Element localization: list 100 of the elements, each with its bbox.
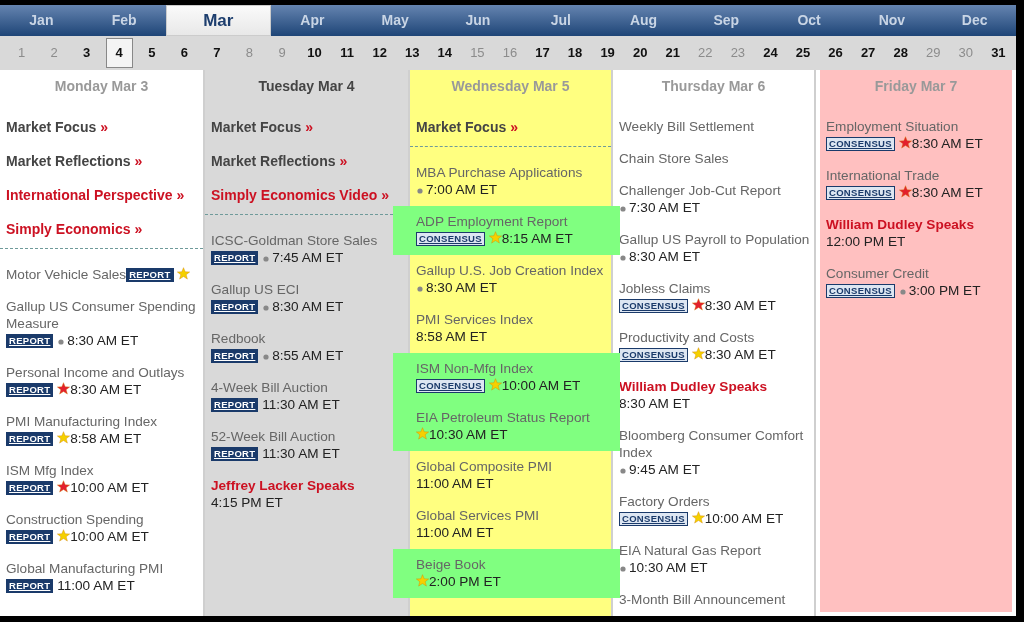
- report-badge[interactable]: REPORT: [126, 268, 174, 282]
- consensus-badge[interactable]: CONSENSUS: [619, 299, 688, 313]
- event-name[interactable]: Challenger Job-Cut Report: [619, 182, 781, 199]
- section-link[interactable]: International Perspective »: [6, 179, 203, 213]
- day-link[interactable]: 31: [984, 39, 1012, 67]
- event-name[interactable]: ISM Mfg Index: [6, 462, 94, 479]
- month-tab[interactable]: Apr: [271, 5, 354, 36]
- event-name[interactable]: 52-Week Bill Auction: [211, 428, 336, 445]
- day-link[interactable]: 24: [756, 39, 784, 67]
- event-name[interactable]: Gallup US Consumer Spending Measure: [6, 298, 203, 332]
- section-link[interactable]: Market Focus »: [211, 111, 408, 145]
- event-name[interactable]: William Dudley Speaks: [619, 378, 767, 395]
- event-name[interactable]: Productivity and Costs: [619, 329, 755, 346]
- event-name[interactable]: Consumer Credit: [826, 265, 929, 282]
- report-badge[interactable]: REPORT: [6, 530, 54, 544]
- day-link[interactable]: 18: [561, 39, 589, 67]
- section-link[interactable]: Simply Economics »: [6, 213, 203, 247]
- day-link[interactable]: 21: [659, 39, 687, 67]
- day-link[interactable]: 12: [366, 39, 394, 67]
- column-header: Wednesday Mar 5: [450, 77, 571, 96]
- section-link[interactable]: Market Reflections »: [6, 145, 203, 179]
- event-name[interactable]: Jobless Claims: [619, 280, 711, 297]
- event-time: 8:30 AM ET: [619, 396, 691, 411]
- month-tab[interactable]: Oct: [767, 5, 851, 36]
- month-tab[interactable]: Dec: [933, 5, 1016, 36]
- month-tab[interactable]: Jun: [436, 5, 520, 36]
- event-name[interactable]: Bloomberg Consumer Comfort Index: [619, 427, 814, 461]
- report-badge[interactable]: REPORT: [6, 579, 54, 593]
- day-link[interactable]: 27: [854, 39, 882, 67]
- day-link[interactable]: 26: [822, 39, 850, 67]
- event-name[interactable]: Employment Situation: [826, 118, 959, 135]
- event-name[interactable]: MBA Purchase Applications: [416, 164, 583, 181]
- event-name[interactable]: 4-Week Bill Auction: [211, 379, 328, 396]
- event-name[interactable]: Gallup U.S. Job Creation Index: [416, 262, 604, 279]
- report-badge[interactable]: REPORT: [6, 432, 54, 446]
- consensus-badge[interactable]: CONSENSUS: [826, 284, 895, 298]
- event-name[interactable]: Global Services PMI: [416, 507, 540, 524]
- month-tab[interactable]: Nov: [850, 5, 934, 36]
- day-link[interactable]: 11: [333, 39, 361, 67]
- day-link[interactable]: 17: [529, 39, 556, 67]
- event-name[interactable]: Motor Vehicle Sales: [6, 267, 127, 282]
- event-name[interactable]: Jeffrey Lacker Speaks: [211, 477, 355, 494]
- day-link[interactable]: 20: [626, 39, 654, 67]
- month-tab[interactable]: Mar: [165, 5, 272, 36]
- consensus-badge[interactable]: CONSENSUS: [619, 512, 688, 526]
- consensus-badge[interactable]: CONSENSUS: [416, 379, 485, 393]
- month-tab[interactable]: Aug: [602, 5, 685, 36]
- consensus-badge[interactable]: CONSENSUS: [826, 186, 895, 200]
- report-badge[interactable]: REPORT: [211, 447, 259, 461]
- event-name[interactable]: ADP Employment Report: [416, 213, 568, 230]
- month-tab[interactable]: Jul: [519, 5, 603, 36]
- month-tab[interactable]: May: [353, 5, 437, 36]
- event-name[interactable]: Gallup US ECI: [211, 281, 300, 298]
- event-name[interactable]: EIA Natural Gas Report: [619, 542, 762, 559]
- consensus-badge[interactable]: CONSENSUS: [416, 232, 485, 246]
- event-name[interactable]: PMI Manufacturing Index: [6, 413, 158, 430]
- day-link[interactable]: 28: [887, 39, 915, 67]
- day-link[interactable]: 5: [138, 39, 166, 67]
- section-link[interactable]: Market Focus »: [416, 111, 611, 145]
- event-name[interactable]: Personal Income and Outlays: [6, 364, 185, 381]
- month-tab[interactable]: Jan: [0, 5, 83, 36]
- event-name[interactable]: EIA Petroleum Status Report: [416, 409, 590, 426]
- event-name[interactable]: Construction Spending: [6, 511, 144, 528]
- month-tab[interactable]: Sep: [684, 5, 768, 36]
- event-name[interactable]: PMI Services Index: [416, 311, 534, 328]
- day-link[interactable]: 6: [170, 39, 198, 67]
- section-link[interactable]: Market Focus »: [6, 111, 203, 145]
- event-name[interactable]: Global Composite PMI: [416, 458, 552, 475]
- event-name[interactable]: ICSC-Goldman Store Sales: [211, 232, 378, 249]
- report-badge[interactable]: REPORT: [211, 398, 259, 412]
- day-link[interactable]: 25: [789, 39, 817, 67]
- section-link[interactable]: Simply Economics Video »: [211, 179, 408, 213]
- event-name[interactable]: Global Manufacturing PMI: [6, 560, 164, 577]
- day-link[interactable]: 10: [301, 39, 329, 67]
- section-link[interactable]: Market Reflections »: [211, 145, 408, 179]
- event-name[interactable]: 3-Month Bill Announcement: [619, 592, 786, 607]
- report-badge[interactable]: REPORT: [211, 251, 259, 265]
- event-name[interactable]: Factory Orders: [619, 493, 710, 510]
- day-link[interactable]: 7: [203, 39, 231, 67]
- event-name[interactable]: Beige Book: [416, 556, 486, 573]
- report-badge[interactable]: REPORT: [211, 349, 259, 363]
- event-name[interactable]: Chain Store Sales: [619, 151, 729, 166]
- day-link[interactable]: 19: [594, 39, 622, 67]
- day-link[interactable]: 4: [105, 38, 133, 68]
- event-name[interactable]: Weekly Bill Settlement: [619, 119, 754, 134]
- consensus-badge[interactable]: CONSENSUS: [826, 137, 895, 151]
- day-link[interactable]: 13: [398, 39, 426, 67]
- report-badge[interactable]: REPORT: [211, 300, 259, 314]
- event-name[interactable]: Redbook: [211, 330, 266, 347]
- report-badge[interactable]: REPORT: [6, 334, 54, 348]
- event-name[interactable]: William Dudley Speaks: [826, 216, 974, 233]
- report-badge[interactable]: REPORT: [6, 383, 54, 397]
- report-badge[interactable]: REPORT: [6, 481, 54, 495]
- consensus-badge[interactable]: CONSENSUS: [619, 348, 688, 362]
- event-name[interactable]: Gallup US Payroll to Population: [619, 231, 810, 248]
- month-tab[interactable]: Feb: [82, 5, 166, 36]
- event-name[interactable]: International Trade: [826, 167, 940, 184]
- day-link[interactable]: 3: [73, 39, 101, 67]
- day-link[interactable]: 14: [431, 39, 459, 67]
- event-name[interactable]: ISM Non-Mfg Index: [416, 360, 534, 377]
